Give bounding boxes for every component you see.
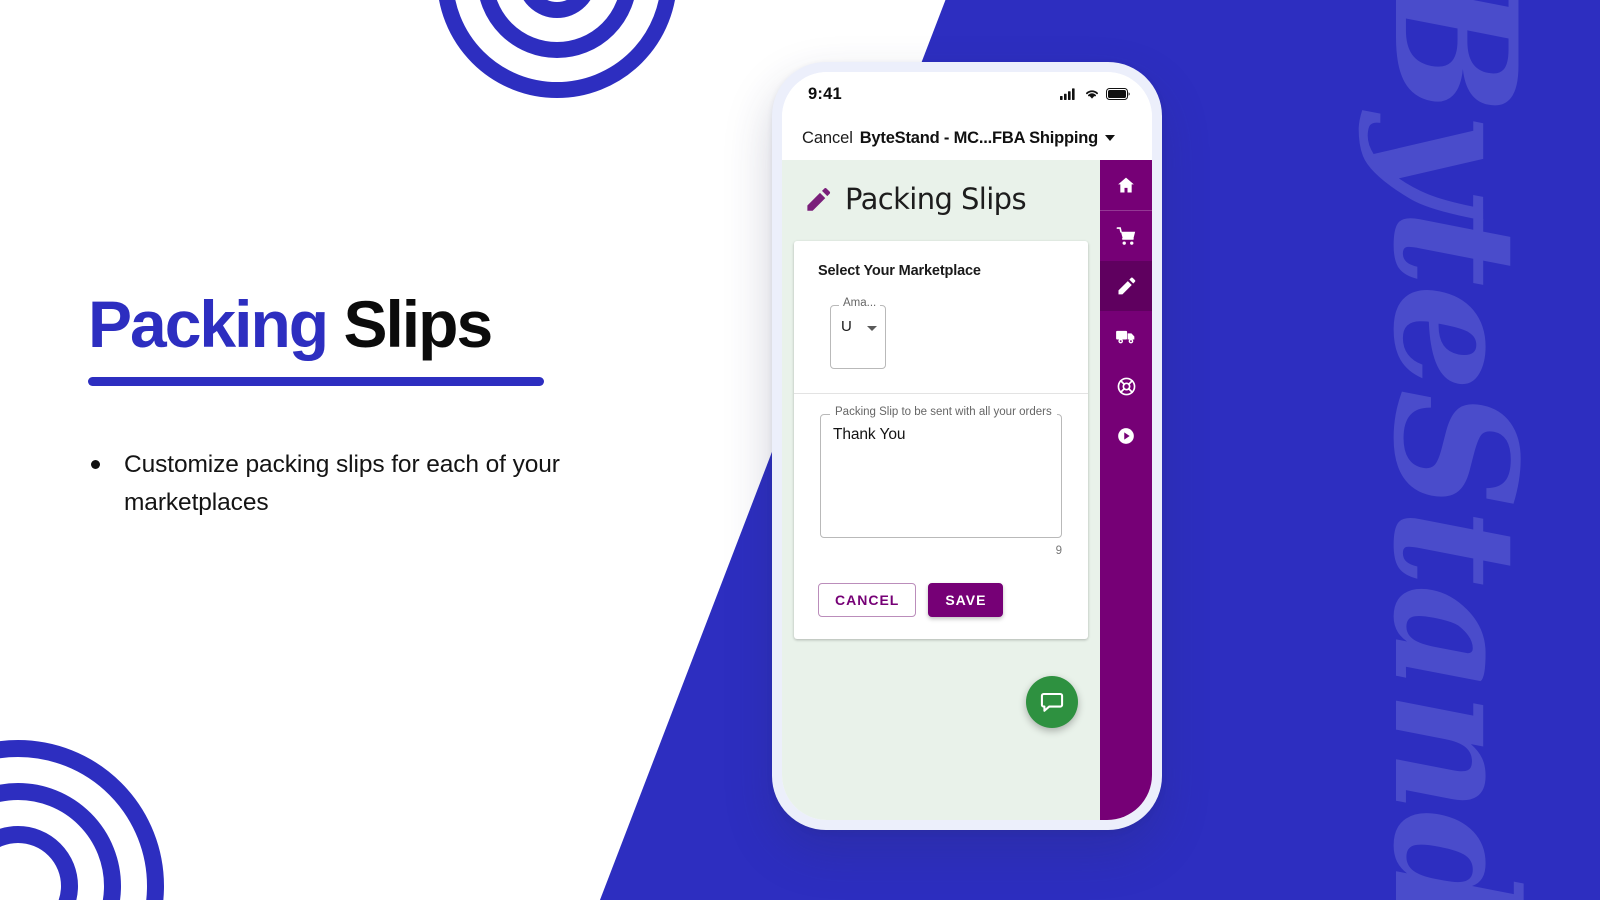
cancel-button[interactable]: Cancel xyxy=(802,129,853,148)
sidebar-item-packing-slips[interactable] xyxy=(1100,261,1152,311)
sidebar-item-orders[interactable] xyxy=(1100,211,1152,261)
lifebuoy-icon xyxy=(1117,377,1135,395)
slide-canvas: ByteStand Packing Slips Customize packin… xyxy=(0,0,1600,900)
cellular-signal-icon xyxy=(1060,88,1075,100)
app-page-title: Packing Slips xyxy=(845,182,1027,216)
battery-icon xyxy=(1106,88,1130,100)
shopping-cart-icon xyxy=(1116,226,1135,245)
packing-slip-label: Packing Slip to be sent with all your or… xyxy=(830,406,1057,419)
sidebar-item-shipping[interactable] xyxy=(1100,311,1152,361)
home-icon xyxy=(1118,177,1134,193)
headline-underline xyxy=(88,376,544,386)
navbar-title-dropdown[interactable]: ByteStand - MC...FBA Shipping xyxy=(853,129,1122,148)
app-viewport: Packing Slips Select Your Marketplace Am… xyxy=(782,160,1152,820)
status-bar: 9:41 xyxy=(782,72,1152,116)
status-time: 9:41 xyxy=(808,84,842,103)
pencil-icon xyxy=(1118,277,1136,295)
chat-support-button[interactable] xyxy=(1026,676,1078,728)
phone-screen: 9:41 Cancel ByteStand - MC...FBA Shippin… xyxy=(782,72,1152,820)
chevron-down-icon xyxy=(1105,135,1116,141)
decorative-rings-top xyxy=(437,0,677,98)
pencil-icon xyxy=(807,187,830,211)
app-page-header: Packing Slips xyxy=(782,160,1100,236)
decorative-rings-bottom-left xyxy=(0,740,164,900)
feature-bullet-list: Customize packing slips for each of your… xyxy=(88,446,648,522)
phone-mockup: 9:41 Cancel ByteStand - MC...FBA Shippin… xyxy=(772,62,1162,830)
chevron-down-icon xyxy=(867,326,877,331)
headline-accent: Packing xyxy=(88,287,329,361)
page-title: Packing Slips xyxy=(88,290,648,359)
chat-bubble-icon xyxy=(1040,692,1064,712)
app-side-rail xyxy=(1100,160,1152,820)
sidebar-item-home[interactable] xyxy=(1100,160,1152,210)
browser-navbar: Cancel ByteStand - MC...FBA Shipping xyxy=(782,116,1152,160)
wifi-icon xyxy=(1086,90,1098,99)
packing-slip-textarea[interactable]: Packing Slip to be sent with all your or… xyxy=(820,406,1062,538)
cancel-button[interactable]: CANCEL xyxy=(818,583,917,617)
marketplace-select[interactable]: Ama... U xyxy=(830,297,886,369)
card-divider xyxy=(794,393,1088,394)
save-button[interactable]: SAVE xyxy=(928,583,1004,617)
marketplace-card: Select Your Marketplace Ama... U Packing… xyxy=(794,241,1088,639)
headline-rest: Slips xyxy=(327,287,493,361)
sidebar-item-videos[interactable] xyxy=(1100,411,1152,461)
marketplace-select-label: Ama... xyxy=(839,297,881,310)
marketplace-select-value: U xyxy=(841,318,851,335)
truck-icon xyxy=(1116,330,1135,344)
navbar-title-label: ByteStand - MC...FBA Shipping xyxy=(859,128,1099,147)
sidebar-item-support[interactable] xyxy=(1100,361,1152,411)
packing-slip-value: Thank You xyxy=(833,426,906,443)
card-title: Select Your Marketplace xyxy=(818,263,981,279)
character-counter: 9 xyxy=(1055,545,1062,557)
play-circle-icon xyxy=(1118,428,1134,444)
slide-copy: Packing Slips Customize packing slips fo… xyxy=(88,290,648,522)
brand-wordmark-vertical: ByteStand xyxy=(1356,0,1554,900)
status-icons xyxy=(1060,88,1130,100)
list-item: Customize packing slips for each of your… xyxy=(88,446,648,522)
app-main-column: Packing Slips Select Your Marketplace Am… xyxy=(782,160,1100,820)
card-actions: CANCEL SAVE xyxy=(818,583,1064,617)
